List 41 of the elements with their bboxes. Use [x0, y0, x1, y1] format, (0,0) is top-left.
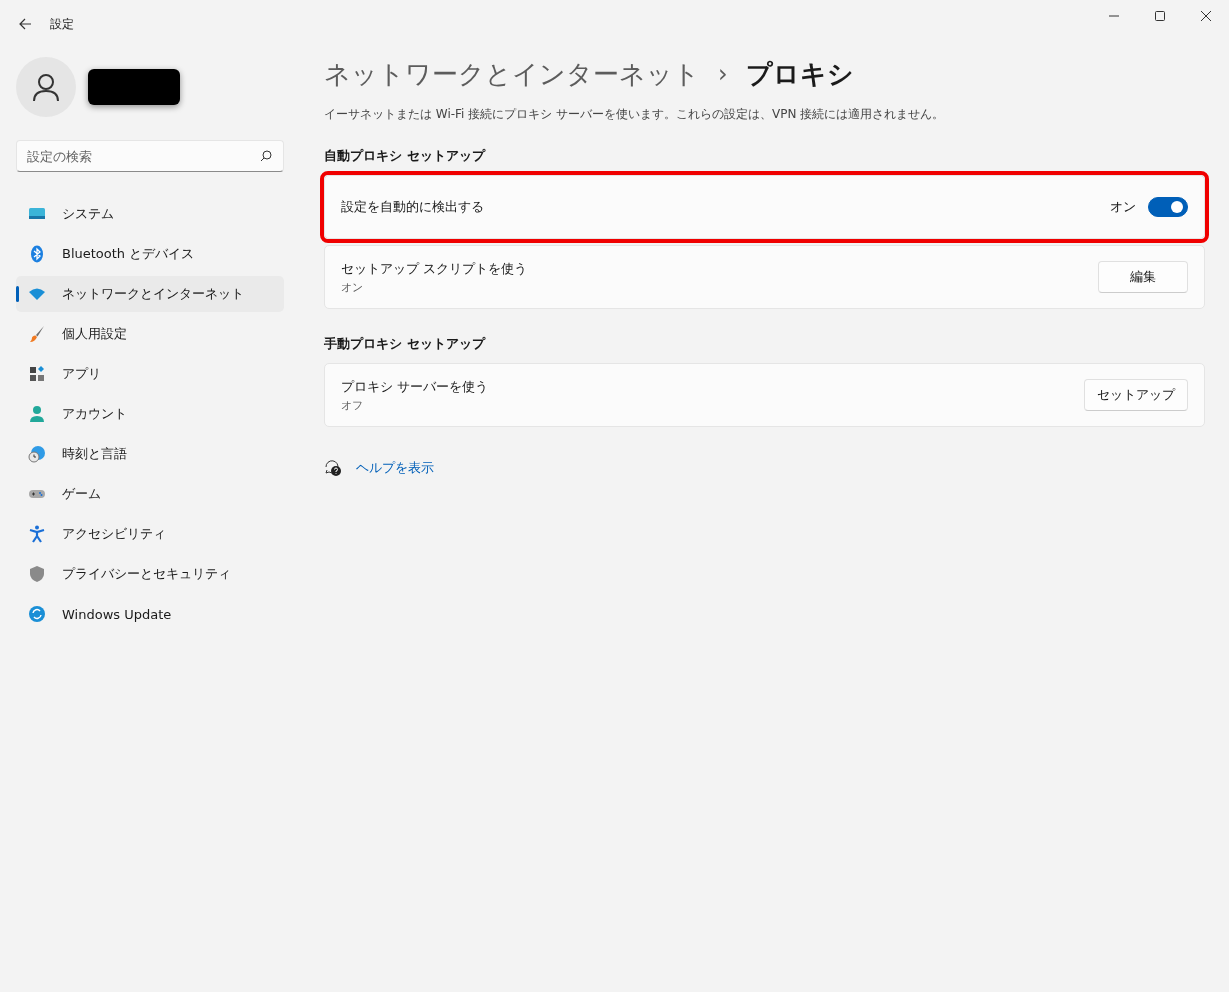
search-field[interactable]: 設定の検索 — [16, 140, 284, 172]
accessibility-icon — [28, 525, 46, 543]
setting-title: プロキシ サーバーを使う — [341, 377, 490, 396]
back-arrow-icon — [18, 17, 32, 31]
section-heading: 自動プロキシ セットアップ — [324, 147, 487, 165]
sidebar-item[interactable]: アクセシビリティ — [16, 516, 284, 552]
setting-title: セットアップ スクリプトを使う — [341, 259, 529, 278]
refresh-icon — [28, 605, 46, 623]
sidebar-item[interactable]: Bluetooth とデバイス — [16, 236, 284, 272]
sidebar-item[interactable]: アカウント — [16, 396, 284, 432]
toggle-switch[interactable] — [1148, 197, 1188, 217]
setting-button[interactable]: 編集 — [1098, 261, 1188, 293]
close-icon — [1201, 11, 1211, 21]
bluetooth-icon — [28, 245, 46, 263]
help-icon — [324, 459, 342, 477]
person-icon — [28, 405, 46, 423]
globe-clock-icon — [28, 445, 46, 463]
sidebar-item[interactable]: ネットワークとインターネット — [16, 276, 284, 312]
breadcrumb-separator: › — [718, 60, 728, 88]
window-title: 設定 — [50, 15, 74, 33]
maximize-icon — [1155, 11, 1165, 21]
sidebar-item[interactable]: 個人用設定 — [16, 316, 284, 352]
help-link[interactable]: ヘルプを表示 — [356, 459, 434, 477]
sidebar-item[interactable]: ゲーム — [16, 476, 284, 512]
apps-icon — [28, 365, 46, 383]
page-title: プロキシ — [745, 57, 854, 91]
setting-status: オン — [341, 279, 364, 295]
sidebar-item[interactable]: 時刻と言語 — [16, 436, 284, 472]
setting-status: オフ — [341, 397, 364, 413]
setting-title: 設定を自動的に検出する — [341, 198, 485, 216]
toggle-state-label: オン — [1110, 198, 1136, 216]
sidebar-item[interactable]: アプリ — [16, 356, 284, 392]
sidebar-item[interactable]: Windows Update — [16, 596, 284, 632]
breadcrumb-link[interactable]: ネットワークとインターネット — [324, 56, 700, 92]
sidebar-item[interactable]: プライバシーとセキュリティ — [16, 556, 284, 592]
search-icon — [260, 150, 272, 162]
sidebar-item[interactable]: システム — [16, 196, 284, 232]
section-heading: 手動プロキシ セットアップ — [324, 335, 487, 353]
setting-button[interactable]: セットアップ — [1084, 379, 1188, 411]
page-description: イーサネットまたは Wi-Fi 接続にプロキシ サーバーを使います。これらの設定は、VPN 接続には適用されません。 — [324, 106, 946, 123]
shield-icon — [28, 565, 46, 583]
